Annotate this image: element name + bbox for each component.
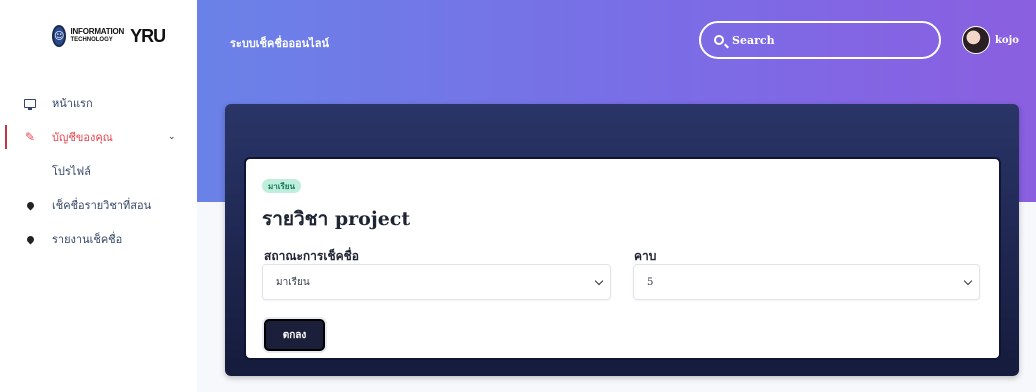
sidebar-item-checkin[interactable]: เช็คชื่อรายวิชาที่สอน bbox=[0, 188, 197, 222]
logo[interactable]: ☺ INFORMATION TECHNOLOGY YRU bbox=[52, 16, 166, 56]
chevron-down-icon[interactable]: ⌄ bbox=[168, 132, 176, 142]
sidebar-nav: หน้าแรก ✎ บัญชีของคุณ ⌄ โปรไฟล์ เช็คชื่อ… bbox=[0, 86, 197, 256]
page-title: ระบบเช็คชื่อออนไลน์ bbox=[230, 37, 329, 50]
sidebar-item-profile[interactable]: โปรไฟล์ bbox=[0, 154, 197, 188]
chevron-down-icon bbox=[963, 276, 973, 286]
search-icon bbox=[714, 35, 724, 45]
sidebar-item-label: เช็คชื่อรายวิชาที่สอน bbox=[52, 199, 152, 212]
status-select-value: มาเรียน bbox=[276, 276, 310, 288]
period-select[interactable]: 5 bbox=[633, 264, 980, 300]
search-input[interactable] bbox=[732, 33, 912, 47]
pin-icon bbox=[23, 232, 37, 246]
pin-icon bbox=[23, 198, 37, 212]
sidebar-item-label: โปรไฟล์ bbox=[52, 165, 91, 178]
user-card-icon: ✎ bbox=[24, 130, 36, 144]
sidebar-item-report[interactable]: รายงานเช็คชื่อ bbox=[0, 222, 197, 256]
sidebar-item-label: รายงานเช็คชื่อ bbox=[52, 233, 123, 246]
sidebar: ☺ INFORMATION TECHNOLOGY YRU หน้าแรก ✎ บ… bbox=[0, 0, 197, 392]
logo-emblem-icon: ☺ bbox=[52, 25, 67, 47]
sidebar-item-label: หน้าแรก bbox=[52, 97, 93, 110]
chevron-down-icon bbox=[594, 276, 604, 286]
search-box[interactable] bbox=[699, 21, 941, 59]
user-name[interactable]: kojo bbox=[995, 35, 1019, 46]
logo-line1: INFORMATION bbox=[70, 27, 125, 36]
logo-mark: YRU bbox=[130, 25, 166, 46]
sidebar-item-label: บัญชีของคุณ bbox=[52, 131, 113, 144]
period-select-value: 5 bbox=[647, 276, 654, 288]
logo-text: INFORMATION TECHNOLOGY bbox=[70, 28, 124, 44]
user-menu[interactable]: kojo bbox=[962, 26, 1019, 54]
status-badge: มาเรียน bbox=[262, 179, 301, 193]
avatar[interactable] bbox=[962, 26, 990, 54]
status-select[interactable]: มาเรียน bbox=[262, 264, 611, 300]
sidebar-item-account[interactable]: ✎ บัญชีของคุณ ⌄ bbox=[0, 120, 197, 154]
logo-line2: TECHNOLOGY bbox=[70, 37, 113, 43]
sidebar-item-home[interactable]: หน้าแรก bbox=[0, 86, 197, 120]
monitor-icon bbox=[23, 96, 37, 110]
submit-button[interactable]: ตกลง bbox=[264, 319, 325, 351]
course-title: รายวิชา project bbox=[262, 208, 411, 230]
